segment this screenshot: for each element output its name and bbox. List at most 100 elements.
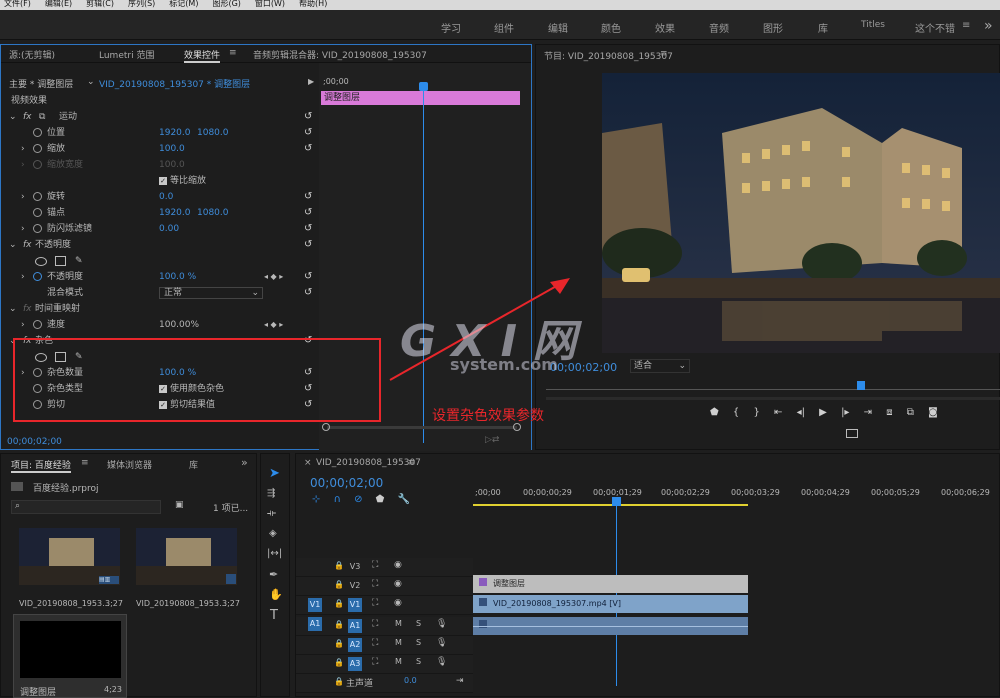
rotation-value[interactable]: 0.0 <box>159 189 173 205</box>
add-marker-icon[interactable]: ⬟ <box>376 494 385 505</box>
track-label[interactable]: A3 <box>348 657 362 671</box>
timeline-ruler[interactable]: ;00;00 00;00;00;29 00;00;01;29 00;00;02;… <box>473 484 1000 514</box>
settings-wrench-icon[interactable]: 🔧 <box>398 494 410 505</box>
master-clip-label[interactable]: 主要 * 调整图层 <box>9 77 73 90</box>
tab-menu-icon[interactable]: ≡ <box>229 48 237 58</box>
solo-button[interactable]: S <box>416 619 421 628</box>
button-editor-icon[interactable] <box>846 429 858 438</box>
step-back-icon[interactable]: ◂| <box>797 407 805 418</box>
type-tool-icon[interactable]: T <box>270 608 278 623</box>
anchor-x-value[interactable]: 1920.0 <box>159 205 191 221</box>
workspace-color[interactable]: 颜色 <box>601 20 621 35</box>
adjustment-layer-clip[interactable]: 调整图层 <box>473 575 748 593</box>
source-patch-a1[interactable]: A1 <box>308 617 322 631</box>
lock-icon[interactable]: 🔒 <box>334 599 344 608</box>
chevron-right-icon[interactable]: › <box>21 317 25 333</box>
reset-icon[interactable]: ↺ <box>304 221 312 237</box>
ripple-edit-icon[interactable]: ⟛ <box>267 508 276 519</box>
flicker-value[interactable]: 0.00 <box>159 221 179 237</box>
solo-button[interactable]: S <box>416 657 421 666</box>
panel-menu-icon[interactable]: ≡ <box>81 458 89 468</box>
panel-menu-icon[interactable]: ≡ <box>660 49 668 59</box>
panel-menu-icon[interactable]: ≡ <box>408 458 416 468</box>
tab-effect-controls[interactable]: 效果控件 <box>184 48 221 63</box>
chevron-down-icon[interactable]: ⌄ <box>9 237 17 253</box>
chevron-right-icon[interactable]: › <box>21 269 25 285</box>
workspace-library[interactable]: 库 <box>818 20 828 35</box>
sync-lock-icon[interactable]: ⛶ <box>372 657 378 667</box>
lock-icon[interactable]: 🔒 <box>334 580 344 589</box>
reset-icon[interactable]: ↺ <box>304 285 312 301</box>
lock-icon[interactable]: 🔒 <box>334 620 344 629</box>
menu-edit[interactable]: 编辑(E) <box>45 0 72 8</box>
workspace-graphics[interactable]: 图形 <box>763 20 783 35</box>
eye-icon[interactable]: ◉ <box>394 560 402 570</box>
lock-icon[interactable]: 🔒 <box>334 677 344 686</box>
track-label[interactable]: V2 <box>348 579 362 593</box>
workspace-custom[interactable]: 这个不错 <box>915 20 955 35</box>
project-thumb-2[interactable] <box>136 528 237 585</box>
microphone-icon[interactable]: 🎙 <box>436 657 447 667</box>
tab-audio-clip-mixer[interactable]: 音频剪辑混合器: VID_20190808_195307 <box>253 48 427 61</box>
mini-timeline-scrollbar[interactable] <box>327 426 517 429</box>
slip-tool-icon[interactable]: |↔| <box>267 548 282 559</box>
opacity-value[interactable]: 100.0 % <box>159 269 196 285</box>
project-item-selected[interactable]: 调整图层 4;23 <box>13 614 127 698</box>
stopwatch-icon[interactable] <box>33 128 42 137</box>
stopwatch-icon[interactable] <box>33 320 42 329</box>
reset-icon[interactable]: ↺ <box>304 237 312 253</box>
workspace-titles[interactable]: Titles <box>861 20 885 30</box>
timeline-playhead-handle[interactable] <box>612 497 621 506</box>
ellipse-mask-icon[interactable] <box>35 257 47 266</box>
menu-sequence[interactable]: 序列(S) <box>128 0 155 8</box>
menu-clip[interactable]: 剪辑(C) <box>86 0 114 8</box>
reset-icon[interactable]: ↺ <box>304 125 312 141</box>
chevron-down-icon[interactable]: ⌄ <box>87 77 95 87</box>
program-ruler[interactable] <box>546 389 1000 390</box>
tab-media-browser[interactable]: 媒体浏览器 <box>107 458 152 471</box>
menu-graphics[interactable]: 图形(G) <box>212 0 240 8</box>
fit-select[interactable]: 适合 ⌄ <box>630 359 690 373</box>
track-label[interactable]: V1 <box>348 598 362 612</box>
tab-source[interactable]: 源:(无剪辑) <box>9 48 55 61</box>
source-patch-v1[interactable]: V1 <box>308 598 322 612</box>
sequence-clip-label[interactable]: VID_20190808_195307 * 调整图层 <box>99 77 250 90</box>
new-bin-icon[interactable]: ▣ <box>175 500 184 510</box>
solo-button[interactable]: S <box>416 638 421 647</box>
rectangle-mask-icon[interactable] <box>55 256 66 266</box>
chevron-down-icon[interactable]: ⌄ <box>9 301 17 317</box>
timeline-timecode[interactable]: 00;00;02;00 <box>310 476 383 490</box>
work-area-bar[interactable] <box>473 504 748 506</box>
track-label[interactable]: A1 <box>348 619 362 633</box>
hand-tool-icon[interactable]: ✋ <box>269 588 283 601</box>
play-only-icon[interactable]: ▶ <box>308 77 314 86</box>
step-forward-icon[interactable]: |▸ <box>841 407 849 418</box>
scroll-handle-left[interactable] <box>322 423 330 431</box>
menu-help[interactable]: 帮助(H) <box>299 0 327 8</box>
stopwatch-icon[interactable] <box>33 208 42 217</box>
workspace-audio[interactable]: 音频 <box>709 20 729 35</box>
insert-icon[interactable]: ⧈ <box>886 407 892 418</box>
tab-lumetri-scopes[interactable]: Lumetri 范围 <box>99 48 154 61</box>
pen-mask-icon[interactable]: ✎ <box>75 253 83 269</box>
export-frame-icon[interactable]: ◙ <box>928 407 938 418</box>
project-thumb-1[interactable]: ▤▥ <box>19 528 120 585</box>
reset-icon[interactable]: ↺ <box>304 205 312 221</box>
track-label[interactable]: A2 <box>348 638 362 652</box>
keyframe-nav-icon[interactable]: ◂ ◆ ▸ <box>264 317 283 333</box>
eye-icon[interactable]: ◉ <box>394 579 402 589</box>
mute-button[interactable]: M <box>395 657 402 666</box>
reset-icon[interactable]: ↺ <box>304 141 312 157</box>
search-input[interactable]: ⌕ <box>11 500 161 514</box>
go-to-end-icon[interactable]: ⇥ <box>456 676 464 686</box>
fx-icon[interactable]: fx <box>23 301 32 317</box>
more-icon[interactable]: » <box>984 18 993 34</box>
video-frame[interactable] <box>602 73 1000 353</box>
sync-lock-icon[interactable]: ⛶ <box>372 638 378 648</box>
sync-lock-icon[interactable]: ⛶ <box>372 619 378 629</box>
position-x-value[interactable]: 1920.0 <box>159 125 191 141</box>
video-clip[interactable]: VID_20190808_195307.mp4 [V] <box>473 595 748 613</box>
track-select-icon[interactable]: ⇶ <box>267 488 275 499</box>
more-icon[interactable]: » <box>241 456 248 469</box>
program-title[interactable]: 节目: VID_20190808_195307 <box>544 49 673 62</box>
